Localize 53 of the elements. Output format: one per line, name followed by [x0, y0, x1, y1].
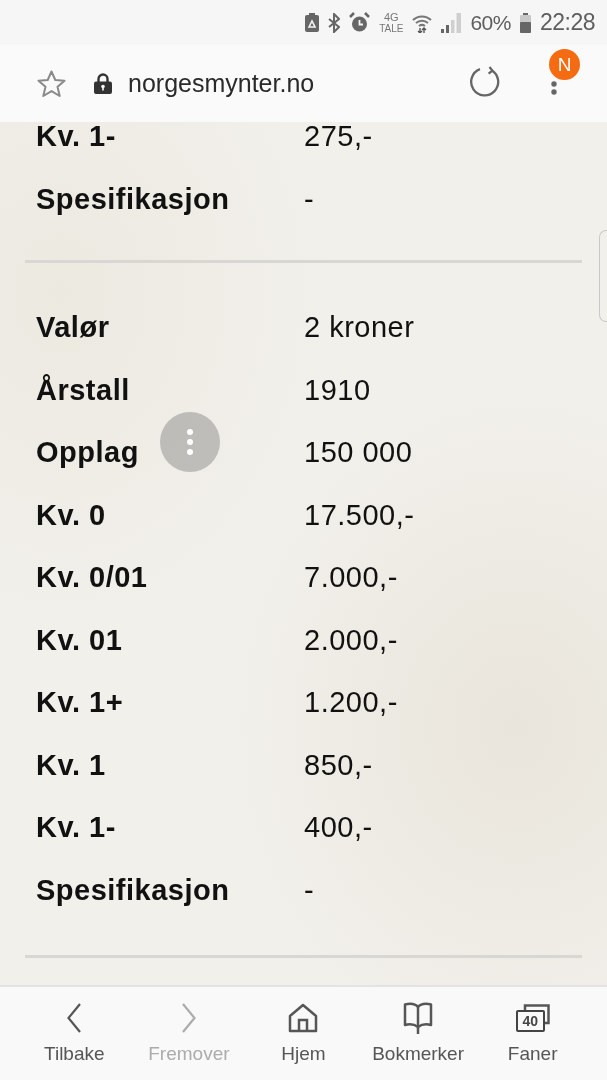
reload-icon [469, 65, 501, 98]
floating-menu-button[interactable] [160, 412, 220, 472]
url-text[interactable]: norgesmynter.no [128, 64, 315, 103]
lock-icon [94, 73, 112, 94]
signal-bars-icon [441, 12, 462, 33]
network-carrier-label: TALE [379, 23, 404, 34]
attribute-label: Kv. 1 [36, 747, 106, 782]
open-book-icon [403, 1002, 434, 1034]
attribute-label: Valør [36, 310, 110, 345]
dots-icon [551, 81, 557, 96]
attribute-label: Spesifikasjon [36, 181, 230, 216]
attribute-label: Årstall [36, 372, 130, 407]
star-icon [37, 69, 66, 98]
alarm-clock-icon [349, 12, 371, 33]
vertical-dots-icon [187, 429, 193, 455]
bookmarks-nav-button[interactable]: Bokmerker [360, 987, 476, 1063]
notification-badge: N [549, 48, 580, 80]
bluetooth-icon [328, 12, 341, 33]
home-nav-button[interactable]: Hjem [246, 987, 361, 1063]
attribute-label: Kv. 1+ [36, 685, 124, 720]
attribute-label: Kv. 1- [36, 810, 116, 845]
attribute-value: 275,- [304, 122, 373, 154]
attribute-label: Kv. 0/01 [36, 560, 148, 595]
attribute-value: 2.000,- [304, 622, 398, 657]
wifi-icon [412, 12, 433, 33]
battery-icon [519, 12, 531, 33]
attribute-label: Spesifikasjon [36, 872, 230, 907]
tab-count: 40 [515, 1010, 545, 1032]
battery-percentage: 60% [470, 9, 511, 36]
clock-time: 22:28 [539, 8, 595, 38]
attribute-value: 850,- [304, 747, 373, 782]
edge-panel-handle[interactable] [599, 230, 607, 322]
attribute-label: Kv. 01 [36, 622, 123, 657]
more-options-button[interactable] [551, 81, 557, 96]
attribute-value: 17.500,- [304, 497, 415, 532]
back-nav-button[interactable]: Tilbake [17, 987, 132, 1063]
tabs-nav-button[interactable]: 40 Faner [475, 987, 590, 1063]
attribute-value: 150 000 [304, 435, 413, 470]
attribute-label: Opplag [36, 435, 139, 470]
attribute-value: 1.200,- [304, 685, 398, 720]
attribute-value: - [304, 872, 315, 907]
attribute-label: Kv. 1- [36, 122, 116, 154]
home-icon [288, 1003, 319, 1033]
attribute-value: 2 kroner [304, 310, 415, 345]
attribute-value: 7.000,- [304, 560, 398, 595]
power-saving-icon [305, 13, 320, 32]
reload-button[interactable] [469, 65, 501, 98]
network-type-label: 4G [383, 11, 399, 23]
attribute-value: 400,- [304, 810, 373, 845]
attribute-label: Kv. 0 [36, 497, 106, 532]
attribute-value: - [304, 181, 315, 216]
bookmark-star-button[interactable] [37, 69, 66, 98]
attribute-value: 1910 [304, 372, 371, 407]
